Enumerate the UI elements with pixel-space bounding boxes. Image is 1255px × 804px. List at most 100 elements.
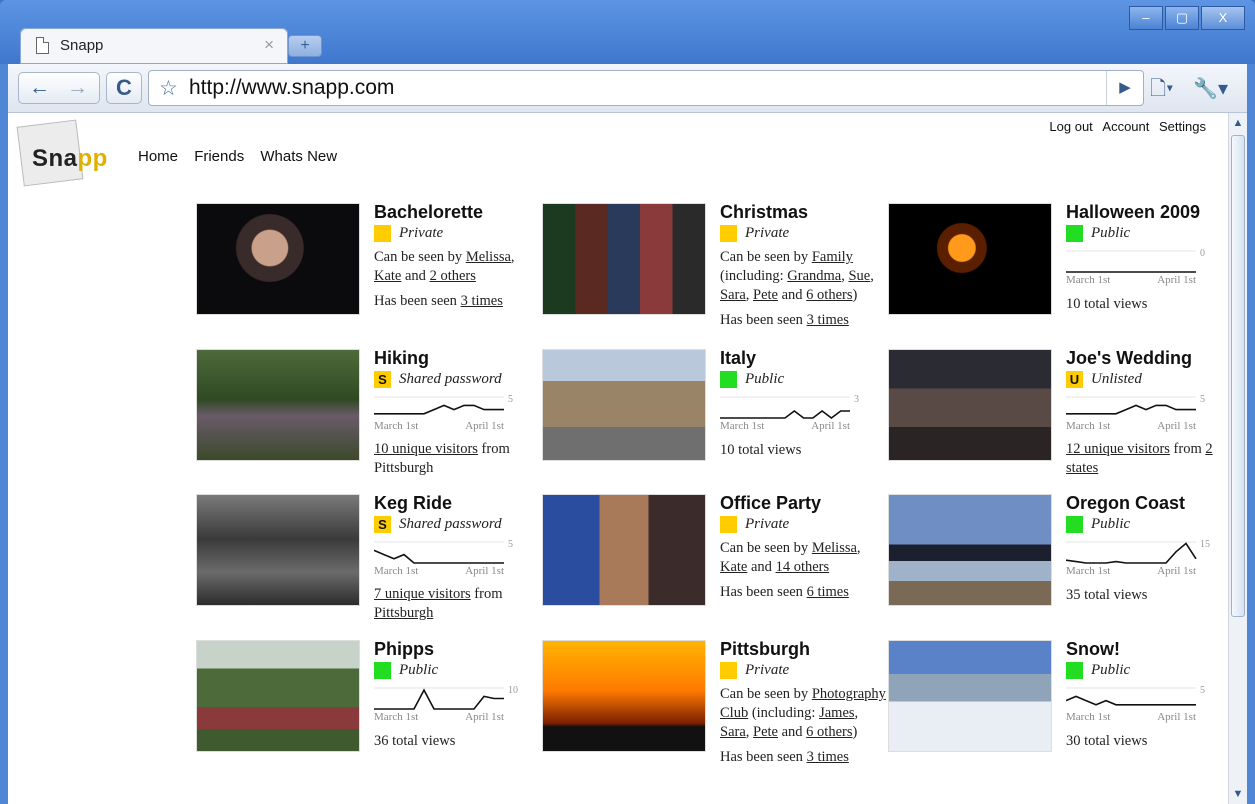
logo-wordmark: Snapp — [32, 145, 108, 173]
album-thumbnail[interactable] — [542, 203, 706, 315]
seen-prefix: Has been seen — [720, 312, 807, 328]
nav-home[interactable]: Home — [138, 148, 178, 165]
audience-link[interactable]: Pete — [753, 724, 778, 740]
unique-visitors: 7 unique visitors from Pittsburgh — [374, 585, 544, 623]
audience-link[interactable]: Kate — [374, 268, 401, 284]
album-thumbnail[interactable] — [542, 640, 706, 752]
maximize-button[interactable]: ▢ — [1165, 6, 1199, 30]
site-logo[interactable]: Snapp — [16, 119, 114, 187]
album-meta: Oregon Coast Public 15 March 1st April 1st 35… — [1066, 494, 1228, 604]
album-title[interactable]: Halloween 2009 — [1066, 203, 1228, 222]
scroll-thumb[interactable] — [1231, 135, 1245, 617]
audience-link[interactable]: Kate — [720, 559, 747, 575]
audience-link[interactable]: Pete — [753, 287, 778, 303]
audience-link[interactable]: Melissa — [466, 249, 511, 265]
album-thumbnail[interactable] — [196, 203, 360, 315]
audience-link[interactable]: Family — [812, 249, 853, 265]
new-tab-button[interactable]: + — [288, 35, 322, 57]
album-title[interactable]: Keg Ride — [374, 494, 544, 513]
sparkline-max-label: 10 — [508, 685, 518, 696]
go-icon[interactable]: ▶ — [1106, 71, 1143, 105]
album-thumbnail[interactable] — [542, 494, 706, 606]
audience-link[interactable]: James — [819, 705, 854, 721]
album-italy[interactable]: Italy Public 3 March 1st April 1st 10 total v… — [542, 349, 882, 469]
album-thumbnail[interactable] — [888, 494, 1052, 606]
bookmark-star-icon[interactable]: ☆ — [159, 76, 178, 101]
visitor-location[interactable]: Pittsburgh — [374, 605, 433, 621]
back-arrow-icon[interactable]: ← — [29, 76, 50, 100]
seen-times-link[interactable]: 3 times — [807, 312, 849, 328]
audience-link[interactable]: Sara — [720, 724, 746, 740]
album-thumbnail[interactable] — [196, 640, 360, 752]
album-thumbnail[interactable] — [888, 640, 1052, 752]
album-title[interactable]: Oregon Coast — [1066, 494, 1228, 513]
audience-link[interactable]: Sara — [720, 287, 746, 303]
album-title[interactable]: Pittsburgh — [720, 640, 890, 659]
album-oregon-coast[interactable]: Oregon Coast Public 15 March 1st April 1st 35… — [888, 494, 1228, 614]
account-link[interactable]: Account — [1102, 119, 1149, 134]
album-title[interactable]: Hiking — [374, 349, 544, 368]
privacy-badge-icon: S — [374, 371, 391, 388]
album-thumbnail[interactable] — [196, 494, 360, 606]
album-title[interactable]: Snow! — [1066, 640, 1228, 659]
url-text[interactable]: http://www.snapp.com — [189, 76, 394, 100]
album-meta: Pittsburgh Private Can be seen by Photogra… — [720, 640, 890, 767]
close-button[interactable]: X — [1201, 6, 1245, 30]
unique-visitors-link[interactable]: 12 unique visitors — [1066, 441, 1170, 457]
wrench-icon[interactable]: 🔧▾ — [1193, 78, 1228, 100]
seen-times-link[interactable]: 3 times — [461, 293, 503, 309]
unique-visitors: 12 unique visitors from 2 states — [1066, 440, 1228, 478]
total-views: 35 total views — [1066, 587, 1148, 603]
minimize-button[interactable]: – — [1129, 6, 1163, 30]
nav-whats-new[interactable]: Whats New — [260, 148, 337, 165]
album-thumbnail[interactable] — [888, 203, 1052, 315]
album-halloween-2009[interactable]: Halloween 2009 Public 0 March 1st April 1st 1… — [888, 203, 1228, 323]
total-views: 36 total views — [374, 733, 456, 749]
album-joe-s-wedding[interactable]: Joe's Wedding U Unlisted 5 March 1st April 1s… — [888, 349, 1228, 476]
scroll-up-icon[interactable]: ▲ — [1230, 114, 1246, 132]
album-title[interactable]: Joe's Wedding — [1066, 349, 1228, 368]
album-thumbnail[interactable] — [888, 349, 1052, 461]
audience-link[interactable]: 14 others — [776, 559, 830, 575]
unique-visitors-link[interactable]: 7 unique visitors — [374, 586, 471, 602]
album-title[interactable]: Phipps — [374, 640, 544, 659]
album-bachelorette[interactable]: Bachelorette Private Can be seen by Meliss… — [196, 203, 536, 323]
forward-arrow-icon[interactable]: → — [67, 76, 88, 100]
album-title[interactable]: Christmas — [720, 203, 890, 222]
unique-visitors-link[interactable]: 10 unique visitors — [374, 441, 478, 457]
album-title[interactable]: Italy — [720, 349, 890, 368]
reload-icon[interactable]: C — [106, 72, 142, 104]
album-pittsburgh[interactable]: Pittsburgh Private Can be seen by Photogra… — [542, 640, 886, 765]
privacy-status: Private — [374, 225, 544, 242]
page-menu-icon[interactable]: 🗋▾ — [1150, 78, 1173, 100]
tab-close-icon[interactable]: × — [264, 35, 274, 55]
audience-link[interactable]: 6 others — [806, 287, 852, 303]
album-snow[interactable]: Snow! Public 5 March 1st April 1st 30 total v… — [888, 640, 1228, 760]
audience-link[interactable]: 2 others — [430, 268, 476, 284]
scroll-down-icon[interactable]: ▼ — [1230, 785, 1246, 803]
album-title[interactable]: Office Party — [720, 494, 890, 513]
seen-times-link[interactable]: 3 times — [807, 749, 849, 765]
album-hiking[interactable]: Hiking S Shared password 5 March 1st April 1s… — [196, 349, 536, 476]
browser-tab[interactable]: Snapp × — [20, 28, 288, 64]
album-thumbnail[interactable] — [196, 349, 360, 461]
album-christmas[interactable]: Christmas Private Can be seen by Family (i… — [542, 203, 882, 328]
address-bar[interactable]: ☆ http://www.snapp.com ▶ — [148, 70, 1144, 106]
nav-friends[interactable]: Friends — [194, 148, 244, 165]
album-meta: Snow! Public 5 March 1st April 1st 30 total v… — [1066, 640, 1228, 750]
log-out-link[interactable]: Log out — [1049, 119, 1092, 134]
vertical-scrollbar[interactable]: ▲ ▼ — [1228, 113, 1247, 804]
settings-link[interactable]: Settings — [1159, 119, 1206, 134]
audience-link[interactable]: 6 others — [806, 724, 852, 740]
privacy-badge-icon — [720, 662, 737, 679]
album-phipps[interactable]: Phipps Public 10 March 1st April 1st 36 total… — [196, 640, 536, 760]
album-keg-ride[interactable]: Keg Ride S Shared password 5 March 1st April … — [196, 494, 536, 621]
audience-link[interactable]: Melissa — [812, 540, 857, 556]
description-text: , — [870, 268, 874, 284]
album-title[interactable]: Bachelorette — [374, 203, 544, 222]
audience-link[interactable]: Sue — [848, 268, 870, 284]
album-thumbnail[interactable] — [542, 349, 706, 461]
seen-times-link[interactable]: 6 times — [807, 584, 849, 600]
audience-link[interactable]: Grandma — [787, 268, 841, 284]
album-office-party[interactable]: Office Party Private Can be seen by Meliss… — [542, 494, 882, 614]
